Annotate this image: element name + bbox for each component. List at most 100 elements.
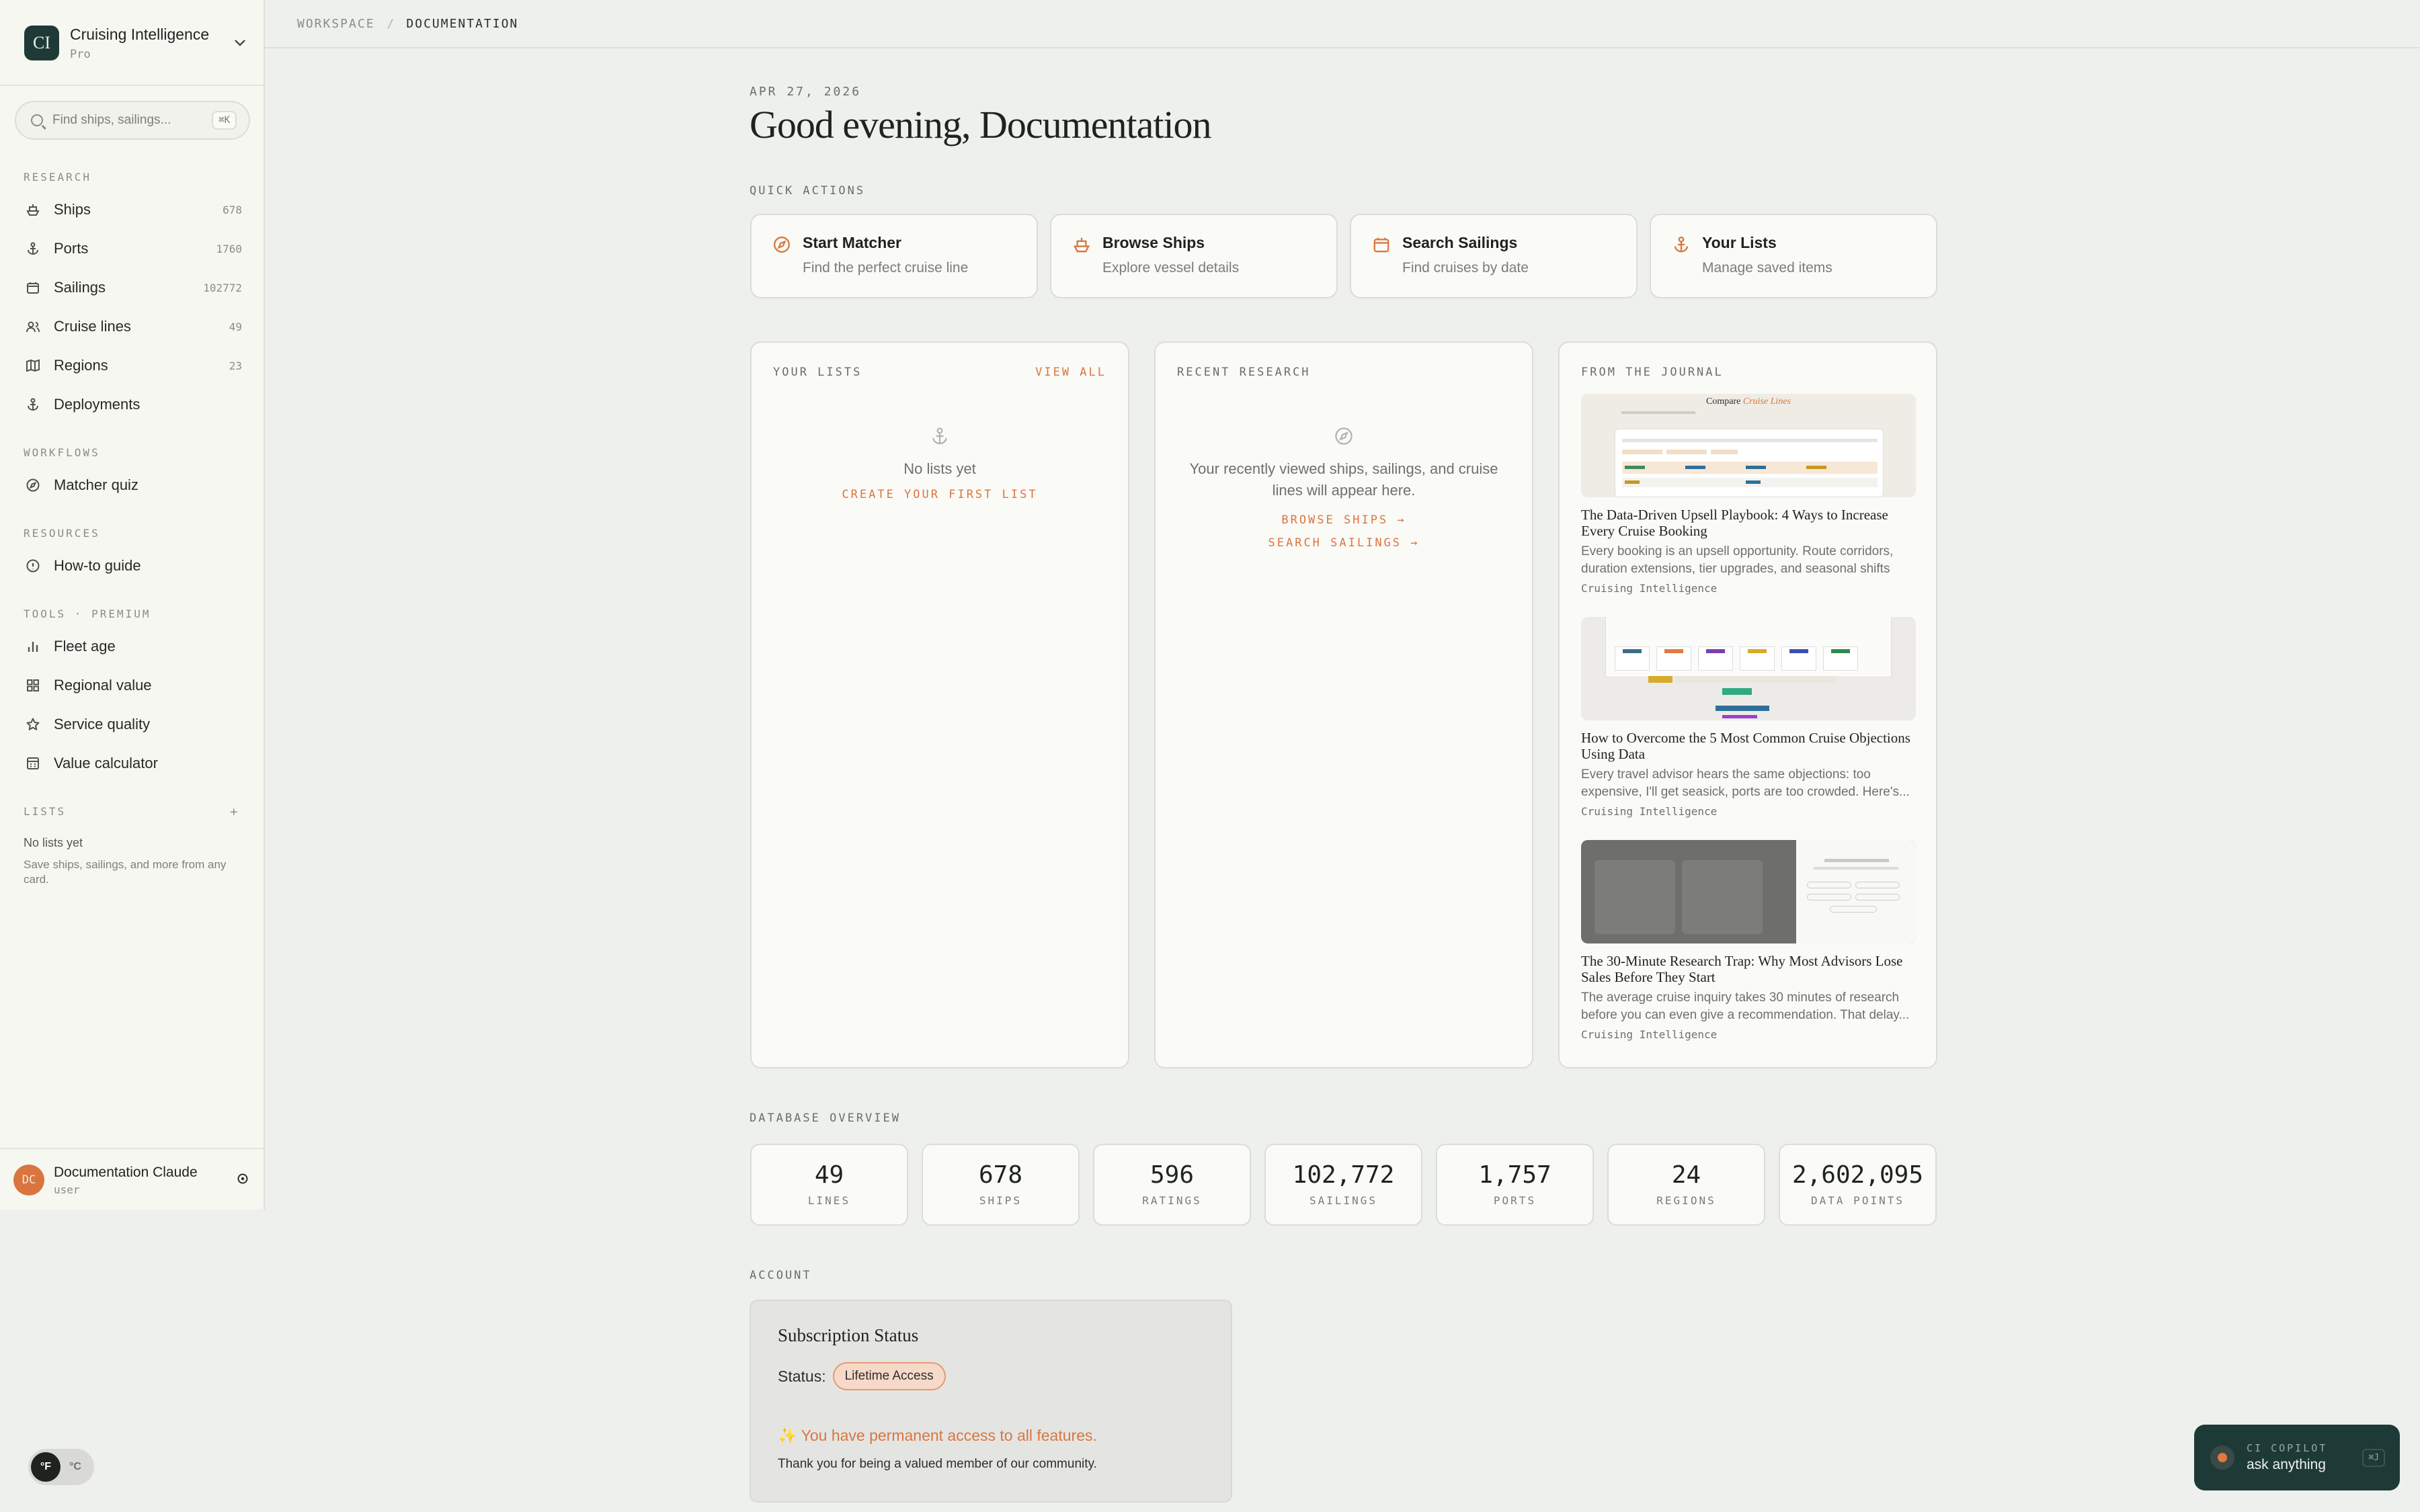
breadcrumb-root[interactable]: WORKSPACE — [297, 17, 375, 31]
subscription-title: Subscription Status — [778, 1325, 919, 1345]
article-source: Cruising Intelligence — [1581, 805, 1718, 818]
journal-article[interactable]: How to Overcome the 5 Most Common Cruise… — [1581, 617, 1916, 818]
map-icon — [24, 357, 42, 374]
sidebar: CI Cruising Intelligence Pro ⌘K RESEARCH… — [0, 0, 265, 1210]
browse-ships-link[interactable]: BROWSE SHIPS → — [1156, 513, 1532, 527]
sidebar-divider — [0, 1148, 264, 1149]
sidebar-item-count: 678 — [223, 203, 242, 216]
sidebar-item-sailings[interactable]: Sailings 102772 — [24, 274, 242, 301]
sidebar-item-count: 49 — [229, 320, 242, 333]
your-lists-panel: YOUR LISTS VIEW ALL No lists yet CREATE … — [750, 341, 1129, 1068]
bar-chart-icon — [24, 638, 42, 655]
stat-card: 596 RATINGS — [1093, 1144, 1251, 1226]
workspace-switcher[interactable]: CI Cruising Intelligence Pro — [24, 23, 246, 63]
temperature-unit-toggle[interactable]: °F °C — [28, 1449, 94, 1485]
sidebar-item-cruise-lines[interactable]: Cruise lines 49 — [24, 313, 242, 340]
stat-value: 2,602,095 — [1791, 1161, 1924, 1189]
view-all-link[interactable]: VIEW ALL — [1035, 366, 1106, 379]
thumbnail-heading: Compare — [1705, 396, 1741, 407]
sidebar-item-ports[interactable]: Ports 1760 — [24, 235, 242, 262]
section-resources: RESOURCES — [24, 527, 100, 540]
current-date: APR 27, 2026 — [750, 85, 862, 99]
thanks-text: Thank you for being a valued member of o… — [778, 1457, 1097, 1471]
article-thumbnail: Compare Cruise Lines — [1581, 394, 1916, 497]
user-role: user — [54, 1183, 80, 1196]
journal-article[interactable]: The 30-Minute Research Trap: Why Most Ad… — [1581, 840, 1916, 1041]
permanent-access-text: ✨ You have permanent access to all featu… — [778, 1427, 1097, 1444]
sidebar-item-regions[interactable]: Regions 23 — [24, 352, 242, 379]
copilot-button[interactable]: CI COPILOT ask anything ⌘J — [2194, 1425, 2400, 1490]
sidebar-item-label: Value calculator — [54, 755, 158, 771]
sidebar-item-label: Regions — [54, 357, 108, 374]
start-matcher-card[interactable]: Start Matcher Find the perfect cruise li… — [750, 214, 1038, 298]
panel-title: YOUR LISTS — [773, 366, 862, 379]
sidebar-item-matcher-quiz[interactable]: Matcher quiz — [24, 472, 242, 499]
search-sailings-card[interactable]: Search Sailings Find cruises by date — [1350, 214, 1638, 298]
sidebar-item-label: Fleet age — [54, 638, 116, 655]
breadcrumb-current: DOCUMENTATION — [406, 16, 519, 31]
anchor-icon — [24, 396, 42, 413]
sidebar-item-deployments[interactable]: Deployments — [24, 391, 242, 418]
sidebar-item-how-to-guide[interactable]: How-to guide — [24, 552, 242, 579]
panel-title: RECENT RESEARCH — [1177, 366, 1311, 379]
card-title: Search Sailings — [1402, 234, 1518, 251]
stat-value: 1,757 — [1478, 1161, 1551, 1189]
search-box[interactable]: ⌘K — [15, 101, 250, 140]
sidebar-item-fleet-age[interactable]: Fleet age — [24, 633, 242, 660]
users-icon — [24, 318, 42, 335]
browse-ships-card[interactable]: Browse Ships Explore vessel details — [1050, 214, 1338, 298]
sidebar-item-label: Sailings — [54, 279, 106, 296]
section-workflows: WORKFLOWS — [24, 446, 100, 459]
stat-label: PORTS — [1493, 1194, 1537, 1207]
page-title: Good evening, Documentation — [750, 103, 1212, 146]
stat-card: 2,602,095 DATA POINTS — [1779, 1144, 1937, 1226]
sidebar-item-label: Regional value — [54, 677, 152, 694]
card-title: Your Lists — [1702, 234, 1777, 251]
create-list-link[interactable]: CREATE YOUR FIRST LIST — [752, 488, 1128, 501]
breadcrumb-separator: / — [387, 16, 395, 31]
stat-value: 102,772 — [1292, 1161, 1395, 1189]
article-title: The Data-Driven Upsell Playbook: 4 Ways … — [1581, 507, 1888, 539]
your-lists-card[interactable]: Your Lists Manage saved items — [1650, 214, 1937, 298]
chevron-down-icon[interactable] — [234, 36, 246, 50]
status-label: Status: — [778, 1367, 826, 1385]
sidebar-item-count: 23 — [229, 359, 242, 372]
recent-research-panel: RECENT RESEARCH Your recently viewed shi… — [1154, 341, 1533, 1068]
ship-icon — [1072, 235, 1092, 255]
sidebar-divider — [0, 85, 264, 86]
stat-label: RATINGS — [1142, 1194, 1202, 1207]
avatar: DC — [13, 1165, 44, 1195]
sidebar-item-value-calculator[interactable]: Value calculator — [24, 750, 242, 777]
lists-hint: Save ships, sailings, and more from any … — [24, 858, 227, 886]
journal-article[interactable]: Compare Cruise Lines The Data-Driven Ups… — [1581, 394, 1916, 595]
sidebar-item-regional-value[interactable]: Regional value — [24, 672, 242, 699]
empty-state-text: Your recently viewed ships, sailings, an… — [1189, 460, 1498, 499]
copilot-title: CI COPILOT — [2247, 1442, 2328, 1454]
article-source: Cruising Intelligence — [1581, 582, 1718, 595]
add-list-icon[interactable]: + — [230, 805, 238, 821]
search-input[interactable] — [52, 113, 200, 128]
lists-empty: No lists yet — [24, 836, 83, 849]
sidebar-item-service-quality[interactable]: Service quality — [24, 711, 242, 738]
user-menu[interactable]: DC Documentation Claude user — [13, 1163, 249, 1198]
status-badge: Lifetime Access — [832, 1362, 946, 1390]
search-icon — [31, 114, 43, 126]
card-subtitle: Explore vessel details — [1102, 260, 1240, 276]
account-label: ACCOUNT — [750, 1269, 812, 1282]
calculator-icon — [24, 755, 42, 772]
stat-value: 49 — [814, 1161, 844, 1189]
stat-value: 596 — [1150, 1161, 1195, 1189]
fahrenheit-option[interactable]: °F — [31, 1452, 61, 1482]
celsius-option[interactable]: °C — [61, 1452, 90, 1482]
article-thumbnail — [1581, 617, 1916, 720]
calendar-icon — [24, 279, 42, 296]
stat-card: 49 LINES — [750, 1144, 908, 1226]
settings-icon[interactable] — [237, 1173, 249, 1188]
search-sailings-link[interactable]: SEARCH SAILINGS → — [1156, 536, 1532, 550]
card-subtitle: Manage saved items — [1702, 260, 1832, 276]
article-source: Cruising Intelligence — [1581, 1028, 1718, 1041]
article-title: How to Overcome the 5 Most Common Cruise… — [1581, 730, 1910, 762]
sidebar-item-ships[interactable]: Ships 678 — [24, 196, 242, 223]
card-subtitle: Find the perfect cruise line — [803, 260, 969, 276]
compass-icon — [1156, 426, 1532, 452]
